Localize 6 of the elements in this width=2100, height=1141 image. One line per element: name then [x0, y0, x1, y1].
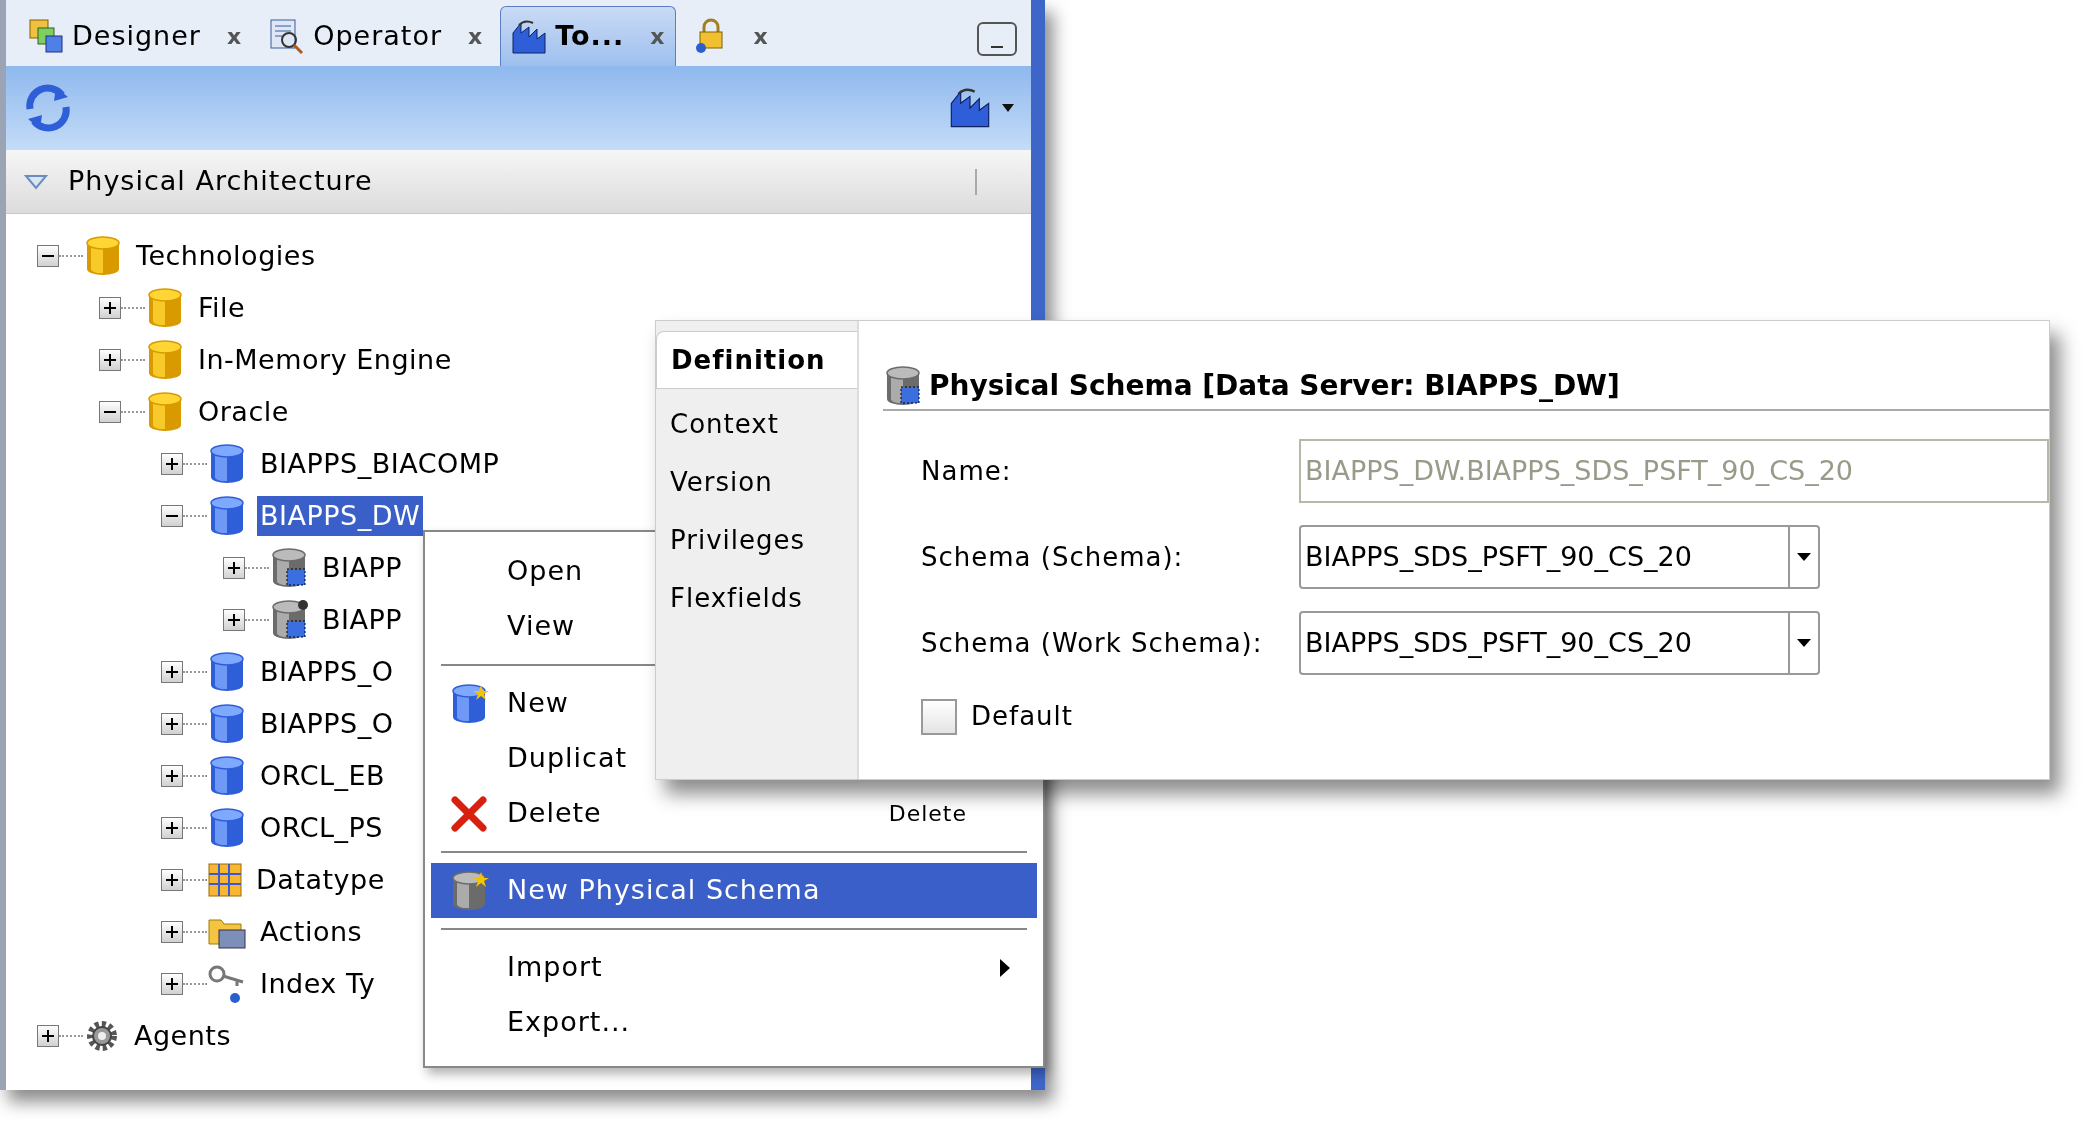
shortcut-label: Delete	[888, 800, 967, 828]
field-label: Name:	[921, 454, 1013, 488]
field-label: Schema (Schema):	[921, 540, 1185, 574]
dialog-title: Physical Schema [Data Server: BIAPPS_DW]	[929, 368, 1620, 404]
field-label: Schema (Work Schema):	[921, 626, 1264, 660]
checkbox-label: Default	[971, 700, 1073, 733]
